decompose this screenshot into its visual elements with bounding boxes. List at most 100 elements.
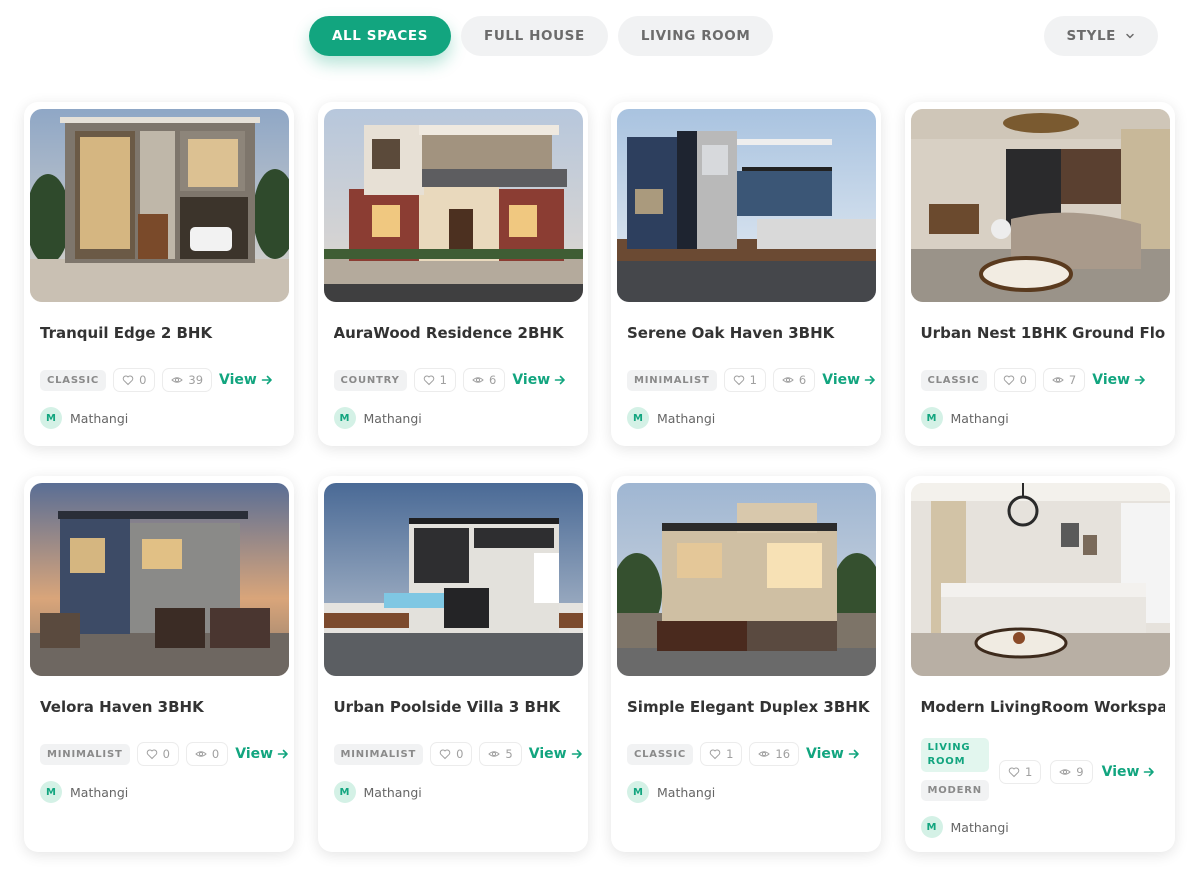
arrow-right-icon xyxy=(277,749,288,759)
view-project-link[interactable]: View xyxy=(1092,372,1146,388)
project-card[interactable]: Modern LivingRoom Workspace LIVING ROOM … xyxy=(904,476,1175,852)
heart-icon xyxy=(122,375,134,386)
project-thumbnail[interactable] xyxy=(30,109,289,302)
view-label: View xyxy=(219,372,257,388)
view-count: 7 xyxy=(1042,368,1086,392)
heart-icon xyxy=(733,375,744,386)
author-name: Mathangi xyxy=(950,410,1009,426)
eye-icon xyxy=(782,377,794,383)
like-count-value: 1 xyxy=(749,373,757,387)
avatar: M xyxy=(333,781,356,803)
author: M Mathangi xyxy=(627,407,715,429)
project-card[interactable]: Serene Oak Haven 3BHK MINIMALIST 1 6 Vie… xyxy=(611,102,881,446)
style-tag: MINIMALIST xyxy=(333,743,424,765)
view-count: 16 xyxy=(749,742,800,766)
view-label: View xyxy=(822,372,861,388)
view-label: View xyxy=(528,746,567,762)
project-thumbnail[interactable] xyxy=(323,109,583,302)
project-thumbnail[interactable] xyxy=(910,483,1170,676)
like-count[interactable]: 1 xyxy=(700,742,743,766)
project-meta: COUNTRY 1 6 View xyxy=(333,368,582,392)
style-dropdown[interactable]: STYLE xyxy=(1044,16,1158,56)
avatar: M xyxy=(627,781,649,803)
view-project-link[interactable]: View xyxy=(529,746,583,762)
style-tags: LIVING ROOM MODERN xyxy=(920,738,989,801)
project-title[interactable]: Urban Poolside Villa 3 BHK xyxy=(334,698,578,716)
project-thumbnail[interactable] xyxy=(910,109,1170,302)
view-count-value: 6 xyxy=(798,373,807,387)
project-title[interactable]: Tranquil Edge 2 BHK xyxy=(40,324,284,342)
project-title[interactable]: Serene Oak Haven 3BHK xyxy=(627,324,871,342)
view-project-link[interactable]: View xyxy=(512,372,566,388)
filter-living-room[interactable]: LIVING ROOM xyxy=(617,16,774,56)
view-count: 39 xyxy=(162,368,213,392)
view-count: 9 xyxy=(1050,760,1093,784)
filter-all-spaces[interactable]: ALL SPACES xyxy=(309,16,452,56)
like-count[interactable]: 0 xyxy=(430,742,473,766)
space-tag-label: LIVING ROOM xyxy=(927,742,971,767)
project-card[interactable]: Velora Haven 3BHK MINIMALIST 0 0 View M … xyxy=(24,476,294,852)
project-title[interactable]: Modern LivingRoom Workspace xyxy=(921,698,1165,716)
project-thumbnail[interactable] xyxy=(617,483,876,676)
like-count[interactable]: 1 xyxy=(998,760,1042,784)
avatar: M xyxy=(920,816,943,838)
project-grid: Tranquil Edge 2 BHK CLASSIC 0 39 View M … xyxy=(24,102,1175,852)
heart-icon xyxy=(439,749,451,760)
like-count[interactable]: 1 xyxy=(723,368,766,392)
view-project-link[interactable]: View xyxy=(806,746,860,762)
project-title[interactable]: Velora Haven 3BHK xyxy=(40,698,284,716)
like-count[interactable]: 0 xyxy=(113,368,156,392)
view-project-link[interactable]: View xyxy=(219,372,273,388)
like-count[interactable]: 1 xyxy=(413,368,456,392)
avatar: M xyxy=(333,407,356,429)
eye-icon xyxy=(1052,377,1064,383)
view-label: View xyxy=(235,746,274,762)
eye-icon xyxy=(758,751,771,757)
like-count-value: 0 xyxy=(139,373,147,387)
view-count-value: 5 xyxy=(505,747,513,761)
style-tag: MINIMALIST xyxy=(40,743,130,765)
project-title[interactable]: AuraWood Residence 2BHK xyxy=(334,324,578,342)
project-thumbnail[interactable] xyxy=(30,483,289,676)
project-meta: MINIMALIST 1 6 View xyxy=(627,368,875,392)
space-filter-bar: ALL SPACES FULL HOUSE LIVING ROOM xyxy=(309,16,774,56)
project-meta: CLASSIC 0 39 View xyxy=(40,368,288,392)
like-count[interactable]: 0 xyxy=(136,742,179,766)
author-name: Mathangi xyxy=(70,410,129,426)
view-count-value: 9 xyxy=(1076,765,1084,779)
style-tag: CLASSIC xyxy=(40,369,107,391)
author: M Mathangi xyxy=(920,407,1009,429)
heart-icon xyxy=(1008,767,1020,778)
project-title[interactable]: Simple Elegant Duplex 3BHK xyxy=(627,698,871,716)
author-name: Mathangi xyxy=(70,784,129,800)
arrow-right-icon xyxy=(1144,767,1155,777)
heart-icon xyxy=(146,749,157,760)
view-count: 5 xyxy=(479,742,522,766)
view-project-link[interactable]: View xyxy=(822,372,876,388)
style-tag: CLASSIC xyxy=(920,369,987,391)
view-label: View xyxy=(1101,764,1140,780)
project-meta: CLASSIC 0 7 View xyxy=(920,368,1169,392)
author: M Mathangi xyxy=(333,407,422,429)
heart-icon xyxy=(423,375,434,386)
project-card[interactable]: Tranquil Edge 2 BHK CLASSIC 0 39 View M … xyxy=(24,102,294,446)
filter-full-house[interactable]: FULL HOUSE xyxy=(461,16,608,56)
like-count[interactable]: 0 xyxy=(993,368,1036,392)
view-count: 6 xyxy=(772,368,816,392)
project-thumbnail[interactable] xyxy=(323,483,583,676)
view-count-value: 39 xyxy=(188,373,204,387)
eye-icon xyxy=(195,751,207,757)
project-thumbnail[interactable] xyxy=(617,109,876,302)
project-card[interactable]: AuraWood Residence 2BHK COUNTRY 1 6 View… xyxy=(317,102,588,446)
view-project-link[interactable]: View xyxy=(1102,764,1156,780)
project-title[interactable]: Urban Nest 1BHK Ground Floor xyxy=(921,324,1165,342)
project-card[interactable]: Urban Nest 1BHK Ground Floor CLASSIC 0 7… xyxy=(904,102,1175,446)
avatar: M xyxy=(40,407,62,429)
heart-icon xyxy=(1003,375,1014,386)
arrow-right-icon xyxy=(261,375,272,385)
project-card[interactable]: Urban Poolside Villa 3 BHK MINIMALIST 0 … xyxy=(317,476,588,852)
avatar: M xyxy=(627,407,649,429)
project-meta: CLASSIC 1 16 View xyxy=(627,742,875,766)
view-project-link[interactable]: View xyxy=(235,746,289,762)
project-card[interactable]: Simple Elegant Duplex 3BHK CLASSIC 1 16 … xyxy=(611,476,881,852)
